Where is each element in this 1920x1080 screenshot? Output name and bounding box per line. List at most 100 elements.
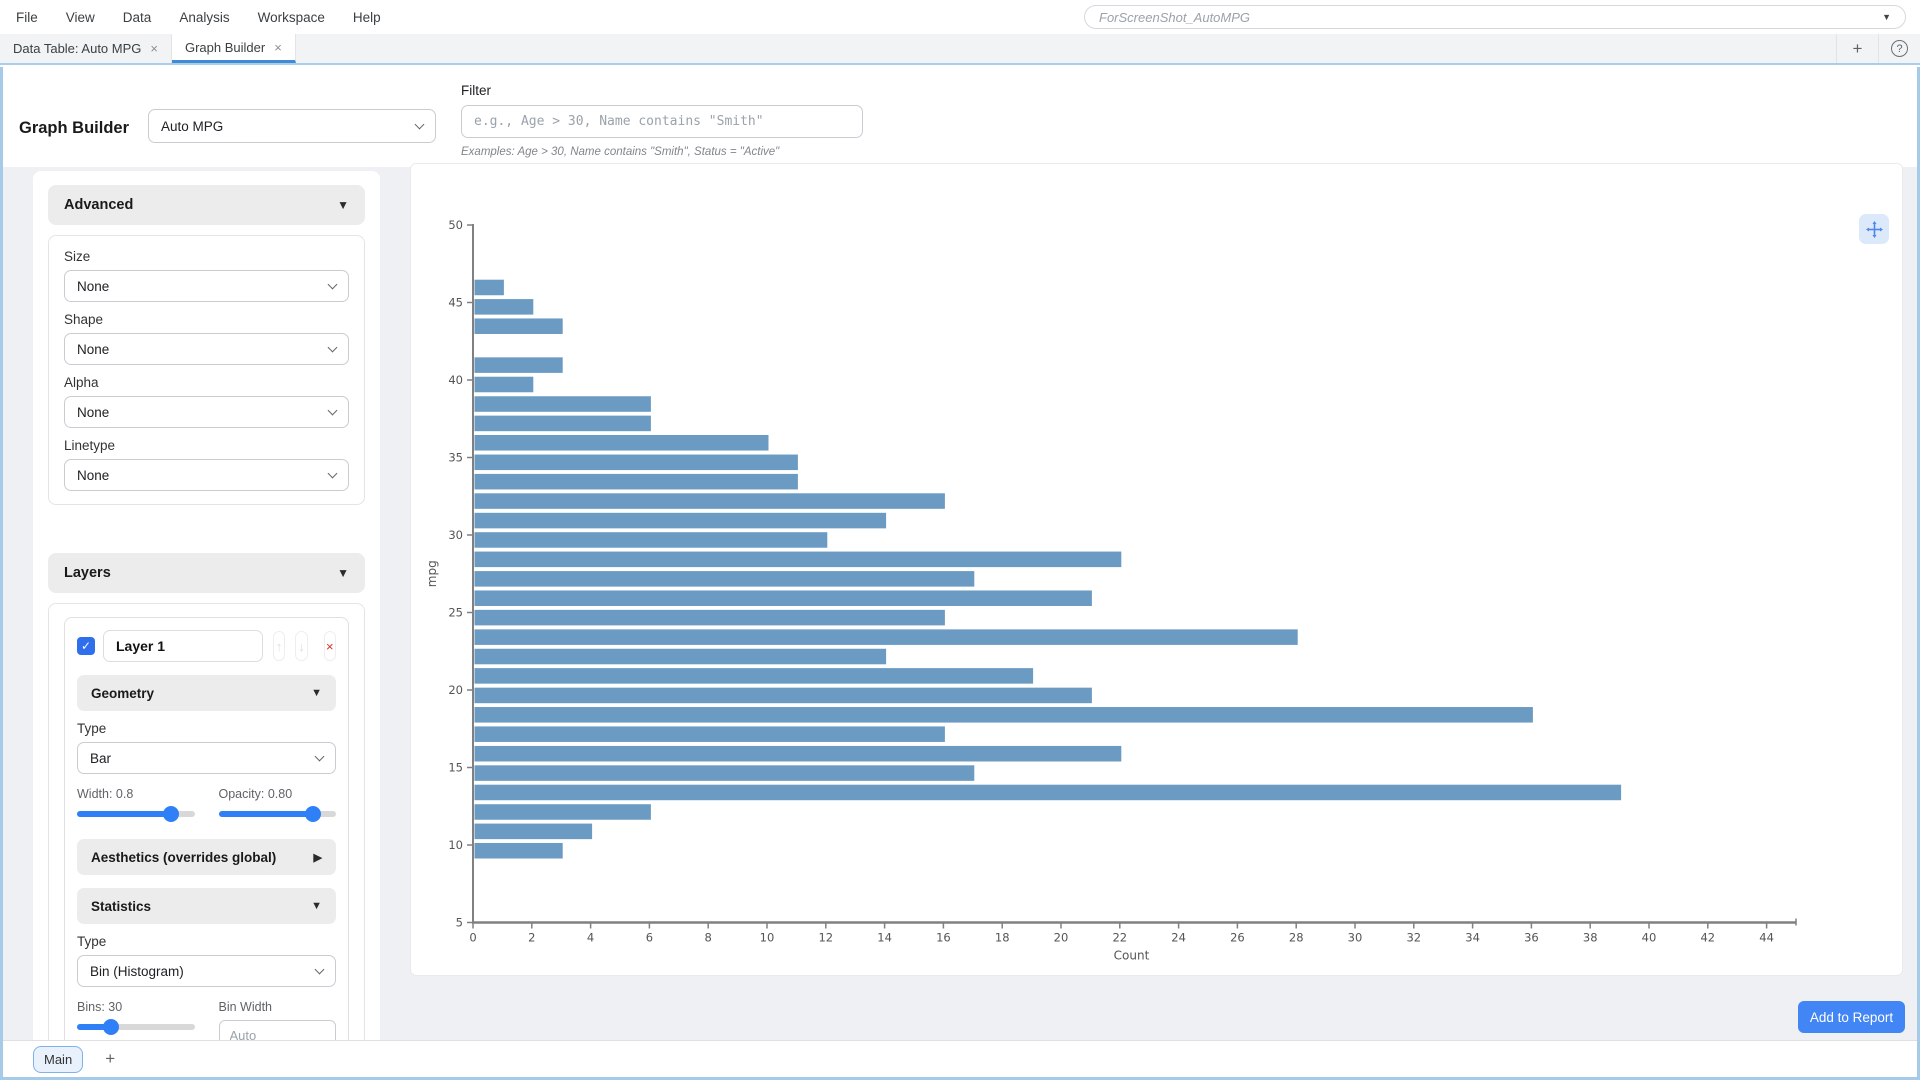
menu-data[interactable]: Data xyxy=(123,10,166,25)
svg-text:0: 0 xyxy=(469,931,476,945)
svg-text:5: 5 xyxy=(456,916,463,930)
menu-workspace[interactable]: Workspace xyxy=(258,10,339,25)
geometry-section-title: Geometry xyxy=(91,686,154,701)
svg-text:22: 22 xyxy=(1112,931,1127,945)
content-area: Graph Builder Auto MPG Filter Examples: … xyxy=(0,67,1920,1080)
aesthetics-section-title: Aesthetics (overrides global) xyxy=(91,850,276,865)
close-icon: × xyxy=(326,639,334,654)
histogram-chart: 5101520253035404550024681012141618202224… xyxy=(411,164,1902,975)
layers-section-header[interactable]: Layers ▼ xyxy=(48,553,365,593)
width-slider[interactable] xyxy=(77,811,195,817)
plus-icon: + xyxy=(1853,39,1863,59)
statistics-type-select[interactable]: Bin (Histogram) xyxy=(77,955,336,987)
svg-text:25: 25 xyxy=(448,606,463,620)
workspace-name-dropdown[interactable]: ForScreenShot_AutoMPG ▼ xyxy=(1084,5,1906,29)
caret-down-icon: ▼ xyxy=(1882,12,1891,22)
svg-text:35: 35 xyxy=(448,451,463,465)
close-icon[interactable]: × xyxy=(274,40,282,55)
menu-help[interactable]: Help xyxy=(353,10,395,25)
advanced-section-title: Advanced xyxy=(64,197,133,213)
filter-input[interactable] xyxy=(461,105,863,138)
tab-data-table-label: Data Table: Auto MPG xyxy=(13,41,141,56)
move-icon xyxy=(1866,221,1883,238)
svg-text:16: 16 xyxy=(936,931,951,945)
alpha-label: Alpha xyxy=(64,375,349,390)
slider-thumb[interactable] xyxy=(163,806,179,822)
svg-text:42: 42 xyxy=(1700,931,1715,945)
svg-text:12: 12 xyxy=(818,931,833,945)
opacity-slider[interactable] xyxy=(219,811,337,817)
chevron-down-icon xyxy=(415,119,425,129)
collapse-triangle-icon: ▼ xyxy=(337,198,349,212)
svg-text:40: 40 xyxy=(448,373,463,387)
svg-text:24: 24 xyxy=(1171,931,1186,945)
svg-text:32: 32 xyxy=(1406,931,1421,945)
menu-file[interactable]: File xyxy=(16,10,52,25)
svg-text:44: 44 xyxy=(1759,931,1774,945)
help-button[interactable]: ? xyxy=(1878,34,1920,63)
size-select-value: None xyxy=(77,279,109,294)
svg-text:Count: Count xyxy=(1114,949,1150,963)
svg-text:30: 30 xyxy=(1348,931,1363,945)
page-title: Graph Builder xyxy=(19,119,129,138)
svg-text:10: 10 xyxy=(760,931,775,945)
pan-tool-button[interactable] xyxy=(1859,214,1889,244)
filter-block: Filter Examples: Age > 30, Name contains… xyxy=(461,83,863,158)
svg-text:14: 14 xyxy=(877,931,892,945)
shape-select-value: None xyxy=(77,342,109,357)
new-tab-button[interactable]: + xyxy=(1836,34,1878,63)
check-icon: ✓ xyxy=(81,639,91,653)
dataset-select-value: Auto MPG xyxy=(161,119,223,134)
chevron-down-icon xyxy=(328,279,338,289)
svg-text:10: 10 xyxy=(448,838,463,852)
tab-graph-builder[interactable]: Graph Builder × xyxy=(172,34,296,63)
alpha-select-value: None xyxy=(77,405,109,420)
shape-select[interactable]: None xyxy=(64,333,349,365)
statistics-section-title: Statistics xyxy=(91,899,151,914)
dataset-select[interactable]: Auto MPG xyxy=(148,109,436,143)
layer-row: ✓ ↑ ↓ × xyxy=(77,630,336,662)
advanced-section-header[interactable]: Advanced ▼ xyxy=(48,185,365,225)
svg-text:2: 2 xyxy=(528,931,535,945)
alpha-select[interactable]: None xyxy=(64,396,349,428)
layer-card: ✓ ↑ ↓ × Geometry ▼ T xyxy=(64,617,349,1040)
statistics-type-value: Bin (Histogram) xyxy=(90,964,184,979)
geometry-type-select[interactable]: Bar xyxy=(77,742,336,774)
bin-width-input[interactable] xyxy=(219,1020,337,1040)
arrow-up-icon: ↑ xyxy=(276,639,283,654)
tab-bar: Data Table: Auto MPG × Graph Builder × +… xyxy=(0,34,1920,65)
svg-text:40: 40 xyxy=(1642,931,1657,945)
close-icon[interactable]: × xyxy=(150,41,158,56)
menu-view[interactable]: View xyxy=(66,10,109,25)
layers-section-body: ✓ ↑ ↓ × Geometry ▼ T xyxy=(48,603,365,1040)
help-icon: ? xyxy=(1891,40,1908,57)
layer-visible-checkbox[interactable]: ✓ xyxy=(77,637,95,655)
tab-data-table[interactable]: Data Table: Auto MPG × xyxy=(0,34,172,63)
slider-thumb[interactable] xyxy=(305,806,321,822)
svg-text:4: 4 xyxy=(587,931,594,945)
bins-slider[interactable] xyxy=(77,1024,195,1030)
slider-thumb[interactable] xyxy=(103,1019,119,1035)
add-sheet-button[interactable]: + xyxy=(105,1049,115,1069)
layer-delete-button[interactable]: × xyxy=(324,631,336,661)
statistics-section-header[interactable]: Statistics ▼ xyxy=(77,888,336,924)
chevron-down-icon xyxy=(315,751,325,761)
geometry-section-header[interactable]: Geometry ▼ xyxy=(77,675,336,711)
shape-label: Shape xyxy=(64,312,349,327)
layer-move-down-button[interactable]: ↓ xyxy=(295,631,307,661)
opacity-slider-label: Opacity: 0.80 xyxy=(219,787,337,801)
filter-label: Filter xyxy=(461,83,863,98)
layer-move-up-button[interactable]: ↑ xyxy=(273,631,285,661)
svg-text:50: 50 xyxy=(448,218,463,232)
aesthetics-section-header[interactable]: Aesthetics (overrides global) ▶ xyxy=(77,839,336,875)
layer-name-input[interactable] xyxy=(103,630,263,662)
bins-slider-label: Bins: 30 xyxy=(77,1000,195,1014)
svg-text:20: 20 xyxy=(1054,931,1069,945)
bottom-tab-main[interactable]: Main xyxy=(33,1046,83,1073)
add-to-report-button[interactable]: Add to Report xyxy=(1798,1001,1905,1033)
size-select[interactable]: None xyxy=(64,270,349,302)
linetype-select-value: None xyxy=(77,468,109,483)
menu-analysis[interactable]: Analysis xyxy=(179,10,243,25)
linetype-select[interactable]: None xyxy=(64,459,349,491)
svg-text:28: 28 xyxy=(1289,931,1304,945)
